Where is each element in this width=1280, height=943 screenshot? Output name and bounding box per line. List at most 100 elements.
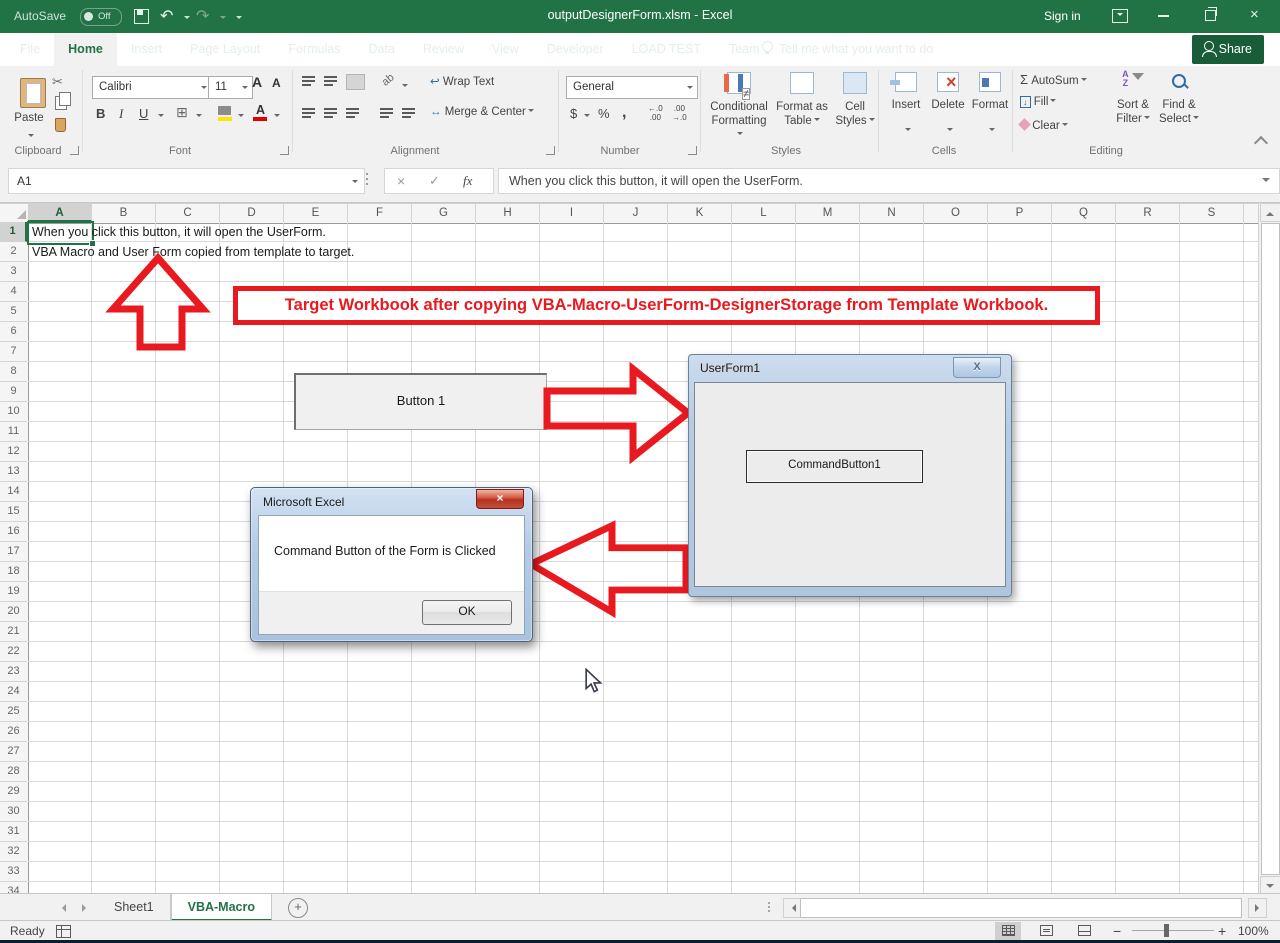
sheet-tab-sheet1[interactable]: Sheet1	[98, 894, 171, 921]
borders-icon[interactable]: ⊞	[176, 104, 188, 121]
ribbon-tab-review[interactable]: Review	[409, 33, 478, 66]
ribbon-tab-file[interactable]: File	[6, 33, 54, 66]
format-cells-button[interactable]: Format	[970, 72, 1010, 131]
merge-center-button[interactable]: ↔ Merge & Center	[430, 106, 534, 118]
ribbon-tab-formulas[interactable]: Formulas	[274, 33, 354, 66]
formula-bar-expand-icon[interactable]	[1262, 178, 1270, 186]
share-button[interactable]: Share	[1191, 35, 1264, 64]
decrease-indent-icon[interactable]	[380, 108, 393, 118]
column-header-M[interactable]: M	[796, 204, 860, 222]
insert-function-icon[interactable]: fx	[463, 169, 472, 193]
zoom-out-button[interactable]: −	[1113, 923, 1121, 939]
row-header-34[interactable]: 34	[0, 882, 27, 893]
borders-caret-icon[interactable]	[196, 114, 202, 120]
collapse-ribbon-icon[interactable]	[1253, 135, 1269, 151]
cell-selection-a1[interactable]	[27, 221, 96, 247]
column-header-S[interactable]: S	[1180, 204, 1244, 222]
scroll-up-button[interactable]	[1260, 203, 1280, 222]
font-color-icon[interactable]: A	[256, 103, 265, 117]
column-header-F[interactable]: F	[348, 204, 412, 222]
row-header-3[interactable]: 3	[0, 262, 27, 282]
find-select-button[interactable]: Find & Select	[1156, 70, 1202, 125]
column-header-P[interactable]: P	[988, 204, 1052, 222]
ribbon-tab-page-layout[interactable]: Page Layout	[176, 33, 274, 66]
delete-cells-button[interactable]: × Delete	[928, 72, 968, 131]
row-header-26[interactable]: 26	[0, 722, 27, 742]
column-header-G[interactable]: G	[412, 204, 476, 222]
row-header-1[interactable]: 1	[0, 222, 27, 242]
row-header-14[interactable]: 14	[0, 482, 27, 502]
row-header-29[interactable]: 29	[0, 782, 27, 802]
row-header-13[interactable]: 13	[0, 462, 27, 482]
align-right-icon[interactable]	[346, 108, 359, 118]
font-color-caret-icon[interactable]	[274, 114, 280, 120]
ribbon-tab-insert[interactable]: Insert	[117, 33, 176, 66]
ribbon-tab-developer[interactable]: Developer	[533, 33, 618, 66]
currency-caret-icon[interactable]	[584, 114, 590, 120]
close-icon[interactable]: ×	[1250, 6, 1259, 23]
fill-button[interactable]: ↓ Fill	[1020, 96, 1057, 108]
vertical-scroll-thumb[interactable]	[1261, 223, 1280, 875]
vertical-scrollbar[interactable]	[1258, 203, 1280, 895]
row-header-10[interactable]: 10	[0, 402, 27, 422]
column-header-J[interactable]: J	[604, 204, 668, 222]
row-header-6[interactable]: 6	[0, 322, 27, 342]
alignment-dialog-launcher-icon[interactable]	[546, 146, 555, 155]
next-sheet-icon[interactable]	[82, 904, 90, 912]
decrease-font-icon[interactable]: A	[272, 76, 281, 90]
sheet-tab-vba-macro[interactable]: VBA-Macro	[170, 894, 272, 921]
add-sheet-button[interactable]: +	[288, 898, 308, 918]
row-header-24[interactable]: 24	[0, 682, 27, 702]
column-header-H[interactable]: H	[476, 204, 540, 222]
clear-button[interactable]: Clear	[1018, 118, 1068, 132]
formula-bar-grip-icon[interactable]	[366, 173, 368, 175]
percent-icon[interactable]: %	[598, 106, 610, 121]
align-bottom-icon[interactable]	[346, 74, 365, 90]
page-layout-view-button[interactable]	[1033, 922, 1059, 940]
underline-caret-icon[interactable]	[158, 114, 164, 120]
tell-me-box[interactable]: Tell me what you want to do	[762, 33, 933, 66]
ribbon-display-options-icon[interactable]	[1112, 9, 1128, 23]
copy-icon[interactable]	[55, 92, 71, 110]
row-header-9[interactable]: 9	[0, 382, 27, 402]
column-header-K[interactable]: K	[668, 204, 732, 222]
column-header-I[interactable]: I	[540, 204, 604, 222]
increase-font-icon[interactable]: A	[252, 74, 262, 90]
font-name-select[interactable]: Calibri	[92, 76, 212, 99]
column-header-O[interactable]: O	[924, 204, 988, 222]
row-header-32[interactable]: 32	[0, 842, 27, 862]
number-dialog-launcher-icon[interactable]	[688, 146, 697, 155]
underline-button[interactable]: U	[139, 106, 148, 121]
macro-record-icon[interactable]	[56, 925, 71, 938]
orientation-caret-icon[interactable]	[402, 84, 408, 90]
cell-styles-button[interactable]: Cell Styles	[834, 72, 876, 127]
increase-indent-icon[interactable]	[402, 108, 415, 118]
row-header-30[interactable]: 30	[0, 802, 27, 822]
zoom-slider-track[interactable]	[1132, 930, 1214, 931]
row-header-21[interactable]: 21	[0, 622, 27, 642]
format-as-table-button[interactable]: Format as Table	[772, 72, 832, 127]
sign-in-link[interactable]: Sign in	[1044, 9, 1081, 23]
row-header-33[interactable]: 33	[0, 862, 27, 882]
ribbon-tab-data[interactable]: Data	[354, 33, 408, 66]
orientation-icon[interactable]: ab	[380, 71, 397, 88]
align-center-icon[interactable]	[324, 108, 337, 118]
number-format-select[interactable]: General	[566, 76, 698, 99]
fill-handle[interactable]	[89, 240, 96, 247]
name-box[interactable]: A1	[8, 168, 365, 194]
row-header-20[interactable]: 20	[0, 602, 27, 622]
row-header-2[interactable]: 2	[0, 242, 27, 262]
format-painter-icon[interactable]	[55, 118, 66, 132]
row-header-5[interactable]: 5	[0, 302, 27, 322]
comma-icon[interactable]: ,	[622, 104, 626, 122]
row-header-16[interactable]: 16	[0, 522, 27, 542]
userform-close-button[interactable]: X	[953, 357, 1001, 378]
cancel-entry-icon[interactable]: ×	[397, 169, 405, 193]
row-header-19[interactable]: 19	[0, 582, 27, 602]
clipboard-dialog-launcher-icon[interactable]	[70, 146, 79, 155]
cut-icon[interactable]: ✂	[52, 74, 63, 90]
align-top-icon[interactable]	[302, 76, 315, 86]
conditional-formatting-button[interactable]: ≠ Conditional Formatting	[708, 72, 770, 135]
row-header-12[interactable]: 12	[0, 442, 27, 462]
column-header-C[interactable]: C	[156, 204, 220, 222]
